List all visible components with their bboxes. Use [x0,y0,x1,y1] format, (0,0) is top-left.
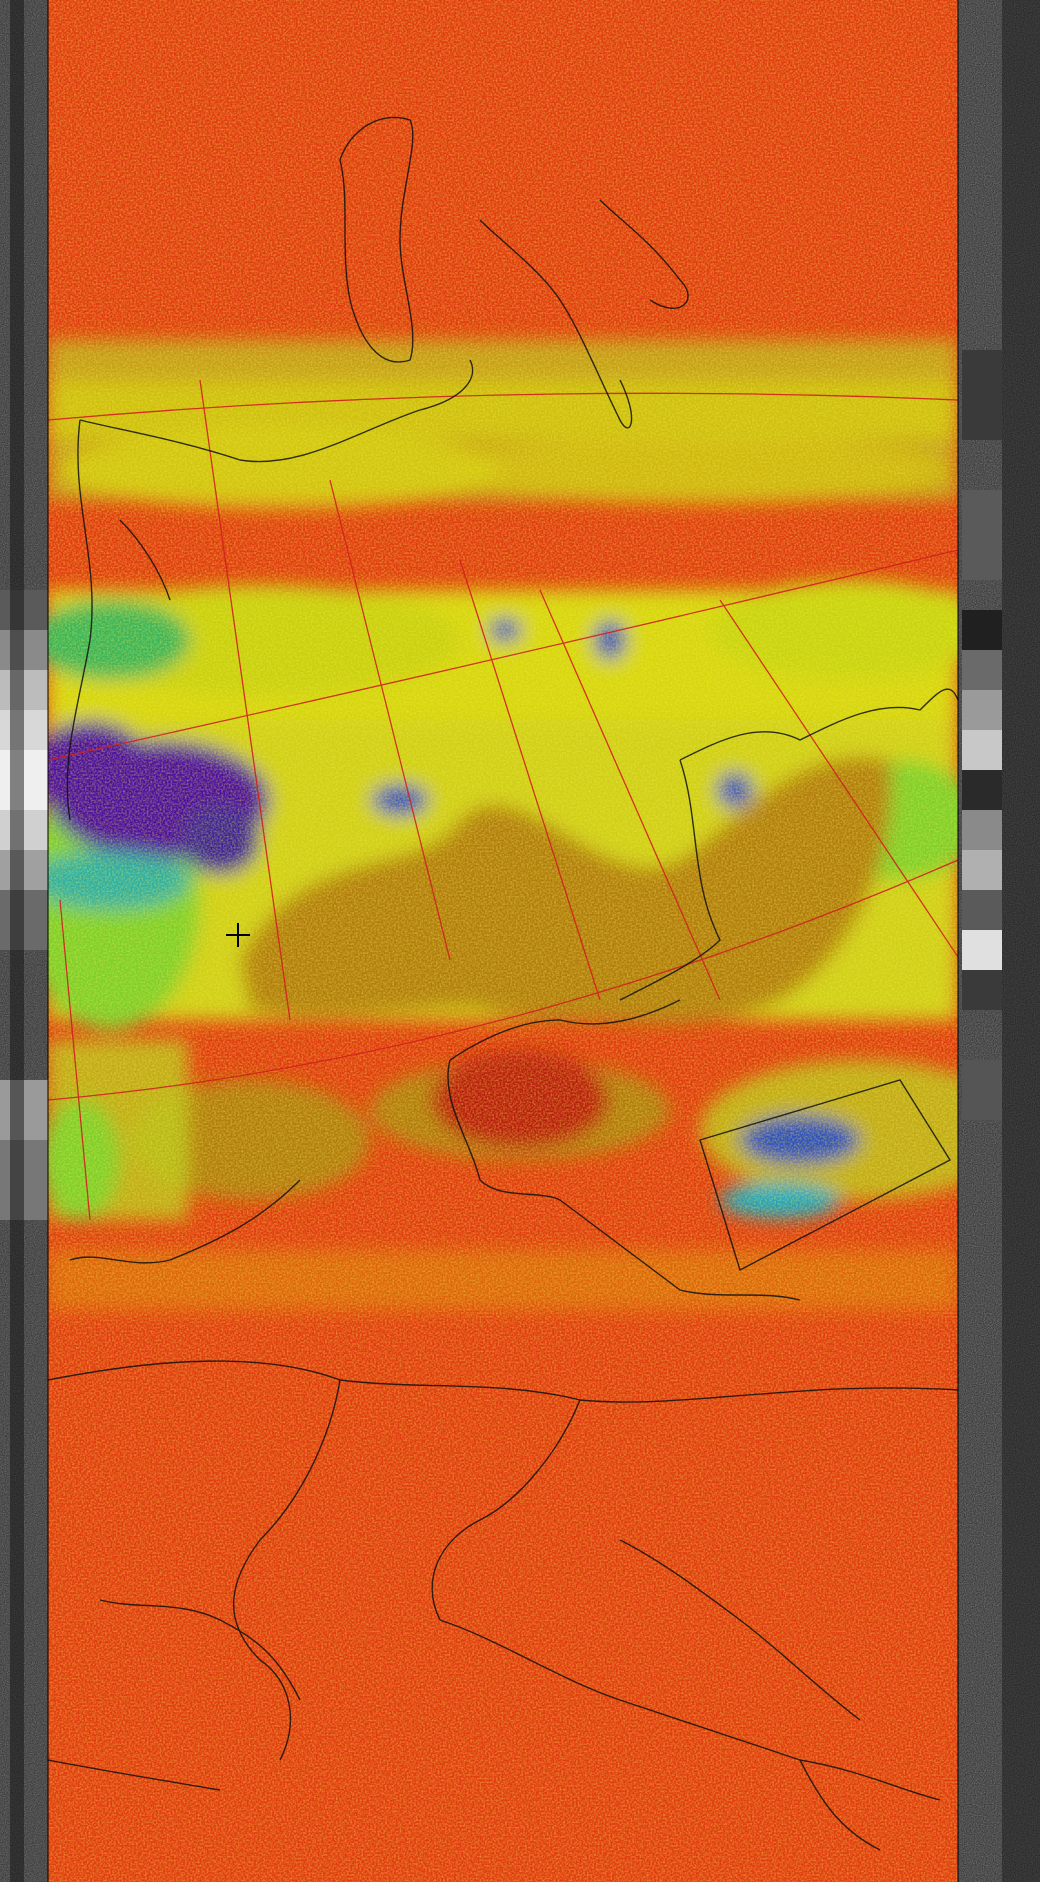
imagery-panel [48,0,958,1882]
right-telemetry-strip [958,0,1040,1882]
satellite-weather-image [0,0,1040,1882]
left-telemetry-strip [0,0,48,1882]
